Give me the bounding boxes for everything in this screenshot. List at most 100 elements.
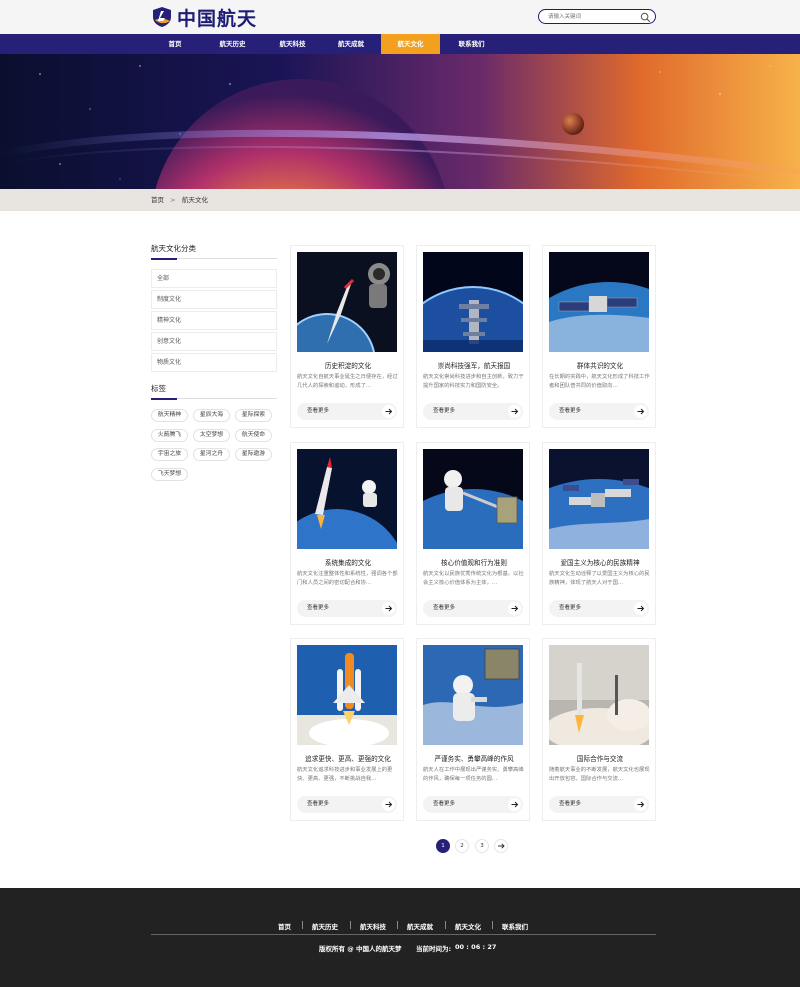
article-title[interactable]: 群体共识的文化 <box>547 360 653 370</box>
footer-link-contact[interactable]: 联系我们 <box>502 921 528 931</box>
footer-divider <box>445 921 446 929</box>
category-all[interactable]: 全部 <box>151 269 277 288</box>
space-banner-image <box>0 54 800 189</box>
article-title[interactable]: 国际合作与交流 <box>547 753 653 763</box>
tag-item[interactable]: 星际遨游 <box>235 448 272 461</box>
arrow-right-icon <box>634 602 647 615</box>
view-more-button[interactable]: 查看更多 <box>423 403 523 420</box>
page-3[interactable]: 3 <box>475 839 489 853</box>
breadcrumb-home[interactable]: 首页 <box>151 189 164 211</box>
article-image <box>549 645 649 745</box>
tags-title: 标签 <box>151 384 166 393</box>
footer-link-achievements[interactable]: 航天成就 <box>407 921 433 931</box>
site-footer: 首页 航天历史 航天科技 航天成就 航天文化 联系我们 版权所有 @ 中国人的航… <box>0 888 800 987</box>
category-title: 航天文化分类 <box>151 244 196 253</box>
article-summary: 航天文化生动诠释了以爱国主义为核心的民族精神，体现了航天人对于国… <box>549 571 650 586</box>
nav-culture[interactable]: 航天文化 <box>381 34 440 54</box>
tags-divider <box>151 397 277 400</box>
search-box <box>538 9 656 24</box>
tag-item[interactable]: 宇宙之旅 <box>151 448 188 461</box>
page-1[interactable]: 1 <box>436 839 450 853</box>
tag-item[interactable]: 飞天梦想 <box>151 468 188 481</box>
article-card[interactable]: 历史积淀的文化 航天文化自航天事业诞生之日便存在，经过几代人的探索和追动，形成了… <box>290 245 404 428</box>
article-image <box>549 449 649 549</box>
article-card[interactable]: 核心价值观和行为准则 航天文化以民族优秀传统文化为根基，以社会主义核心价值体系为… <box>416 442 530 625</box>
view-more-label: 查看更多 <box>433 408 456 414</box>
site-logo[interactable]: 中国航天 <box>151 6 258 30</box>
tag-item[interactable]: 火箭腾飞 <box>151 429 188 442</box>
article-title[interactable]: 历史积淀的文化 <box>295 360 401 370</box>
view-more-label: 查看更多 <box>433 605 456 611</box>
article-card[interactable]: 崇尚科技强军，航天报国 航天文化崇尚科技进步和自主创新，致力于提升国家的科技实力… <box>416 245 530 428</box>
footer-link-technology[interactable]: 航天科技 <box>360 921 386 931</box>
view-more-button[interactable]: 查看更多 <box>297 403 397 420</box>
tag-item[interactable]: 星际探索 <box>235 409 272 422</box>
article-title[interactable]: 严谨务实、勇攀高峰的作风 <box>421 753 527 763</box>
category-material[interactable]: 物质文化 <box>151 353 277 372</box>
arrow-right-icon <box>508 798 521 811</box>
tag-item[interactable]: 星河之舟 <box>193 448 230 461</box>
arrow-right-icon <box>382 405 395 418</box>
current-time-label: 当前时间为: <box>416 945 452 953</box>
view-more-label: 查看更多 <box>559 408 582 414</box>
tag-item[interactable]: 星辰大海 <box>193 409 230 422</box>
footer-link-history[interactable]: 航天历史 <box>312 921 338 931</box>
site-header: 中国航天 <box>0 0 800 34</box>
view-more-label: 查看更多 <box>307 408 330 414</box>
category-creative[interactable]: 创意文化 <box>151 332 277 351</box>
nav-technology[interactable]: 航天科技 <box>264 34 321 54</box>
category-spiritual[interactable]: 精神文化 <box>151 311 277 330</box>
article-summary: 随着航天事业的不断发展，航天文化也展现出开放包容、国际合作与交流… <box>549 767 650 782</box>
nav-home[interactable]: 首页 <box>151 34 199 54</box>
view-more-button[interactable]: 查看更多 <box>549 600 649 617</box>
site-name: 中国航天 <box>177 7 258 30</box>
article-card[interactable]: 国际合作与交流 随着航天事业的不断发展，航天文化也展现出开放包容、国际合作与交流… <box>542 638 656 821</box>
current-time-value: 00 : 06 : 27 <box>455 943 497 951</box>
article-title[interactable]: 核心价值观和行为准则 <box>421 557 527 567</box>
arrow-right-icon <box>382 602 395 615</box>
hero-banner <box>0 54 800 189</box>
article-title[interactable]: 爱国主义为核心的民族精神 <box>547 557 653 567</box>
article-image <box>297 645 397 745</box>
search-input[interactable] <box>548 12 638 22</box>
nav-history[interactable]: 航天历史 <box>204 34 261 54</box>
arrow-right-icon <box>382 798 395 811</box>
breadcrumb: 首页 > 航天文化 <box>0 189 800 211</box>
footer-link-home[interactable]: 首页 <box>278 921 291 931</box>
view-more-button[interactable]: 查看更多 <box>549 403 649 420</box>
breadcrumb-separator-icon: > <box>170 196 176 204</box>
view-more-label: 查看更多 <box>433 801 456 807</box>
view-more-label: 查看更多 <box>559 605 582 611</box>
view-more-button[interactable]: 查看更多 <box>297 600 397 617</box>
search-icon[interactable] <box>640 12 651 23</box>
article-card[interactable]: 系统集成的文化 航天文化注重整体性和系统性，强调各个部门和人员之间的密切配合和协… <box>290 442 404 625</box>
article-image <box>549 252 649 352</box>
footer-link-culture[interactable]: 航天文化 <box>455 921 481 931</box>
tag-item[interactable]: 太空梦想 <box>193 429 230 442</box>
view-more-button[interactable]: 查看更多 <box>297 796 397 813</box>
tag-item[interactable]: 航天使命 <box>235 429 272 442</box>
arrow-right-icon <box>508 602 521 615</box>
category-institutional[interactable]: 制度文化 <box>151 290 277 309</box>
article-title[interactable]: 系统集成的文化 <box>295 557 401 567</box>
article-card[interactable]: 爱国主义为核心的民族精神 航天文化生动诠释了以爱国主义为核心的民族精神，体现了航… <box>542 442 656 625</box>
nav-contact[interactable]: 联系我们 <box>443 34 500 54</box>
tag-item[interactable]: 航天精神 <box>151 409 188 422</box>
article-title[interactable]: 崇尚科技强军，航天报国 <box>421 360 527 370</box>
breadcrumb-current: 航天文化 <box>182 196 208 204</box>
article-card[interactable]: 追求更快、更高、更强的文化 航天文化追求科技进步和事业发展上的更快、更高、更强，… <box>290 638 404 821</box>
logo-icon <box>153 7 171 27</box>
nav-achievements[interactable]: 航天成就 <box>322 34 380 54</box>
article-card[interactable]: 群体共识的文化 在长期的实践中，航天文化形成了科技工作者和团队普共同的价值取向…… <box>542 245 656 428</box>
view-more-button[interactable]: 查看更多 <box>549 796 649 813</box>
footer-divider <box>492 921 493 929</box>
article-summary: 航天文化自航天事业诞生之日便存在，经过几代人的探索和追动，形成了… <box>297 374 398 389</box>
article-title[interactable]: 追求更快、更高、更强的文化 <box>295 753 401 763</box>
article-card[interactable]: 严谨务实、勇攀高峰的作风 航天人在工作中展现出严谨务实、勇攀高峰的作风，确保每一… <box>416 638 530 821</box>
view-more-button[interactable]: 查看更多 <box>423 796 523 813</box>
view-more-button[interactable]: 查看更多 <box>423 600 523 617</box>
main-nav: 首页 航天历史 航天科技 航天成就 航天文化 联系我们 <box>0 34 800 54</box>
next-page-button[interactable] <box>494 839 508 853</box>
article-summary: 航天人在工作中展现出严谨务实、勇攀高峰的作风，确保每一项任务的圆… <box>423 767 524 782</box>
page-2[interactable]: 2 <box>455 839 469 853</box>
